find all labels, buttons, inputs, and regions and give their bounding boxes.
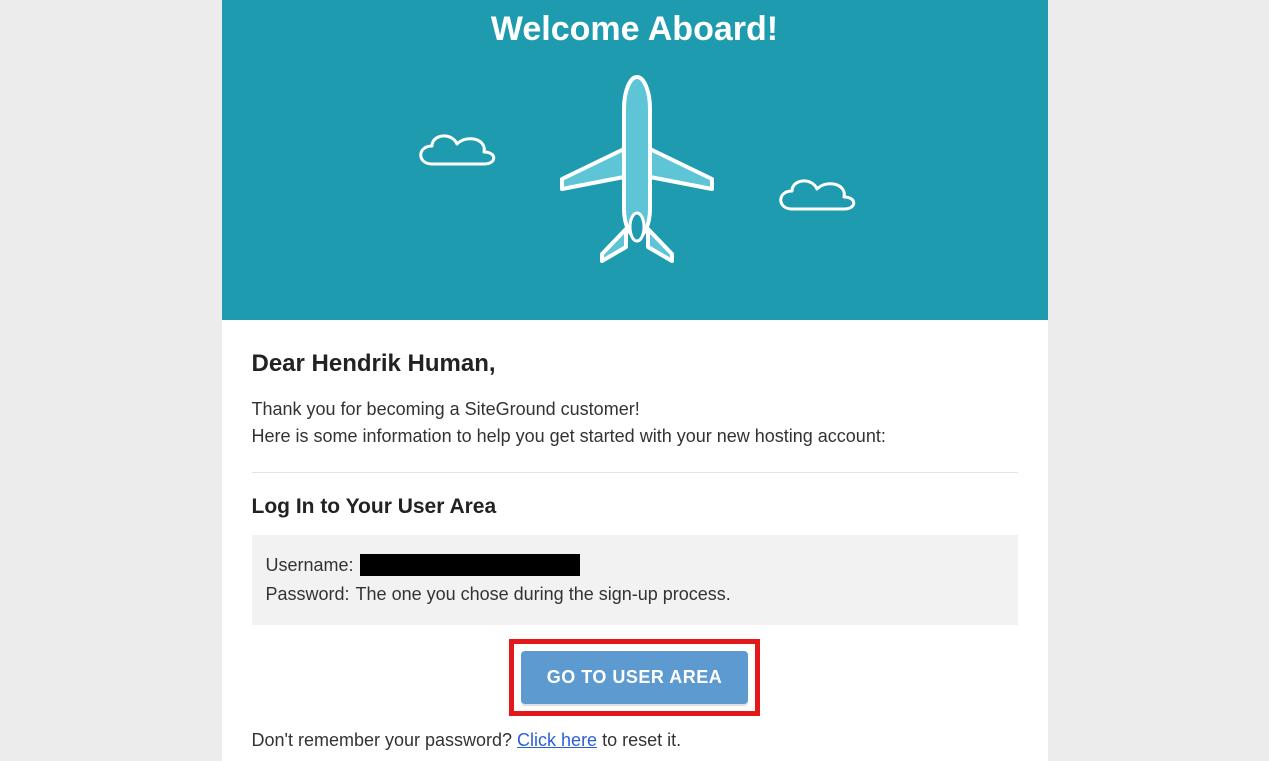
greeting: Dear Hendrik Human, [252,350,1018,378]
email-container: Welcome Aboard! [222,0,1048,761]
cta-highlight-box: GO TO USER AREA [509,639,761,716]
cloud-left-icon [412,124,502,174]
username-redacted [360,554,580,576]
go-to-user-area-button[interactable]: GO TO USER AREA [521,651,749,704]
airplane-icon [552,69,722,269]
header-artwork [222,69,1048,289]
email-header: Welcome Aboard! [222,0,1048,320]
password-label: Password: [266,580,350,609]
intro-line-2: Here is some information to help you get… [252,426,886,446]
cloud-right-icon [772,169,862,219]
intro-line-1: Thank you for becoming a SiteGround cust… [252,399,640,419]
forgot-prefix: Don't remember your password? [252,730,518,750]
forgot-suffix: to reset it. [597,730,681,750]
header-title: Welcome Aboard! [222,10,1048,49]
email-body: Dear Hendrik Human, Thank you for becomi… [222,320,1048,761]
cta-wrap: GO TO USER AREA [252,639,1018,716]
password-value: The one you chose during the sign-up pro… [356,580,731,609]
password-row: Password: The one you chose during the s… [266,580,1004,609]
forgot-password-text: Don't remember your password? Click here… [252,730,1018,751]
username-row: Username: [266,551,1004,580]
username-label: Username: [266,551,354,580]
login-section-title: Log In to Your User Area [252,495,1018,519]
forgot-password-link[interactable]: Click here [517,730,597,750]
credentials-box: Username: Password: The one you chose du… [252,535,1018,625]
divider [252,472,1018,473]
intro-text: Thank you for becoming a SiteGround cust… [252,396,1018,450]
